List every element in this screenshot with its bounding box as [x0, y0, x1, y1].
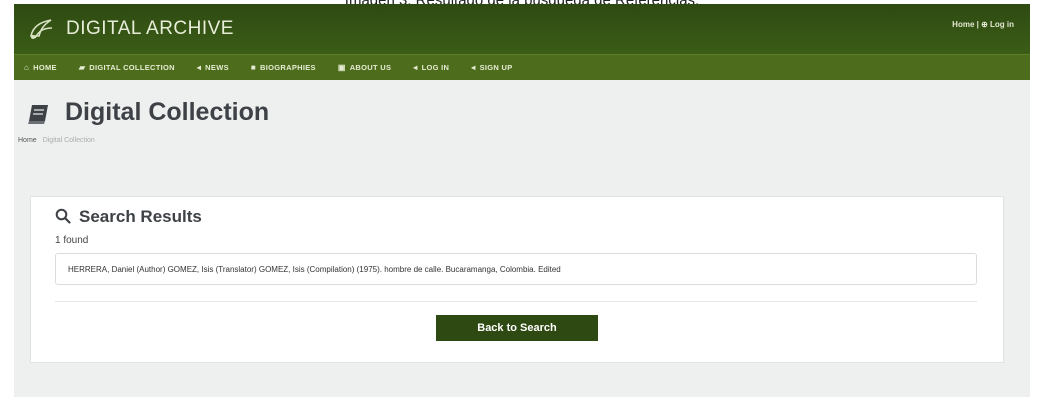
- back-to-search-button[interactable]: Back to Search: [436, 315, 598, 341]
- login-icon: ◂: [413, 63, 418, 72]
- home-icon: ⌂: [24, 63, 30, 72]
- nav-item-label: BIOGRAPHIES: [260, 63, 316, 72]
- nav-item-label: SIGN UP: [479, 63, 513, 72]
- collection-book-icon: [26, 102, 52, 131]
- brand-name[interactable]: DIGITAL ARCHIVE: [66, 18, 234, 40]
- nav-item-biographies[interactable]: ■ BIOGRAPHIES: [251, 63, 316, 72]
- nav-item-label: DIGITAL COLLECTION: [89, 63, 175, 72]
- results-count: 1 found: [55, 235, 89, 246]
- nav-item-log-in[interactable]: ◂ LOG IN: [413, 63, 449, 72]
- nav-item-label: ABOUT US: [349, 63, 392, 72]
- breadcrumb: Home Digital Collection: [18, 137, 95, 144]
- page-title: Digital Collection: [65, 98, 270, 126]
- news-icon: ◂: [196, 63, 202, 72]
- search-icon: [55, 208, 71, 229]
- result-citation[interactable]: HERRERA, Daniel (Author) GOMEZ, Isis (Tr…: [68, 265, 561, 274]
- nav-item-label: NEWS: [205, 63, 229, 72]
- grid-icon: ■: [250, 63, 257, 72]
- divider: [55, 301, 977, 302]
- breadcrumb-home-link[interactable]: Home: [18, 137, 37, 144]
- breadcrumb-current: Digital Collection: [42, 137, 95, 144]
- nav-item-about-us[interactable]: ▣ ABOUT US: [338, 63, 391, 72]
- results-title: Search Results: [79, 207, 202, 226]
- nav-item-label: LOG IN: [421, 63, 450, 72]
- nav-item-news[interactable]: ◂ NEWS: [197, 63, 229, 72]
- nav-item-sign-up[interactable]: ◂ SIGN UP: [471, 63, 512, 72]
- result-item[interactable]: HERRERA, Daniel (Author) GOMEZ, Isis (Tr…: [55, 253, 977, 285]
- nav-item-digital-collection[interactable]: ▰ DIGITAL COLLECTION: [79, 63, 175, 72]
- search-results-card: Search Results 1 found HERRERA, Daniel (…: [30, 196, 1004, 363]
- nav-item-home[interactable]: ⌂ HOME: [24, 63, 57, 72]
- main-nav: ⌂ HOME ▰ DIGITAL COLLECTION ◂ NEWS ■ BIOGRAP…: [14, 54, 1030, 80]
- nav-item-label: HOME: [33, 63, 57, 72]
- top-links[interactable]: Home | ⊕ Log in: [952, 20, 1014, 29]
- signup-icon: ◂: [471, 63, 476, 72]
- archive-logo-icon[interactable]: [26, 14, 56, 44]
- book-icon: ▰: [78, 63, 86, 72]
- archive-page: DIGITAL ARCHIVE Home | ⊕ Log in ⌂ HOME ▰ D…: [14, 4, 1030, 397]
- top-header: DIGITAL ARCHIVE Home | ⊕ Log in: [14, 4, 1030, 54]
- info-icon: ▣: [337, 63, 346, 72]
- page-header: Digital Collection Home Digital Collectio…: [14, 80, 1030, 190]
